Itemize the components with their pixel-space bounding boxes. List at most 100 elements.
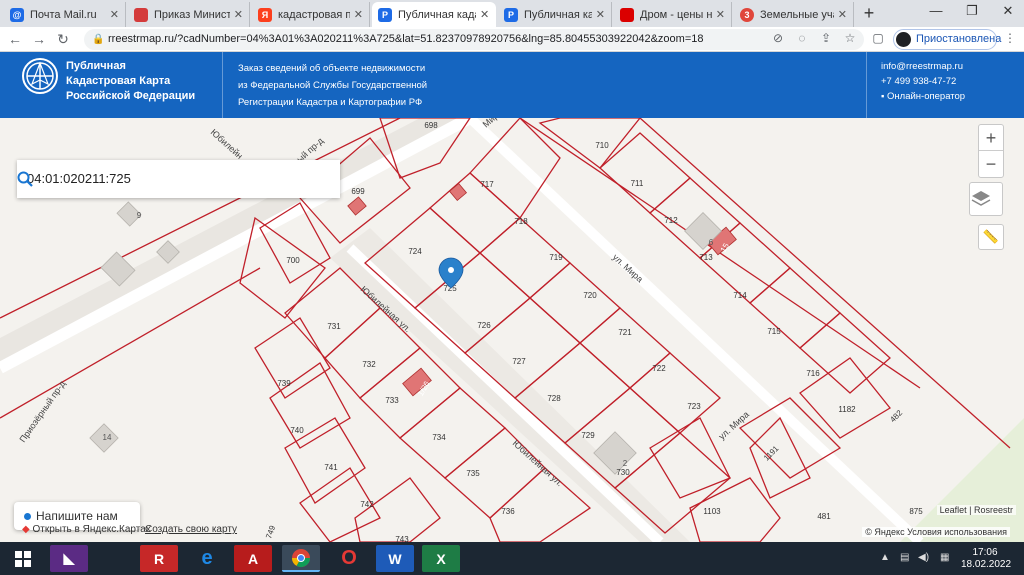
layers-button[interactable] bbox=[969, 182, 1003, 216]
parcel-label: 740 bbox=[290, 426, 304, 435]
ruler-button[interactable]: 📏 bbox=[978, 224, 1004, 250]
word-icon[interactable]: W bbox=[376, 545, 414, 572]
app-red-icon[interactable]: R bbox=[140, 545, 178, 572]
cadastral-search-input[interactable]: 04:01:020211:725 bbox=[17, 160, 340, 198]
parcel-label: 742 bbox=[360, 500, 374, 509]
windows-icon bbox=[15, 550, 31, 567]
parcel-label: 698 bbox=[424, 121, 438, 130]
parcel-label: 735 bbox=[466, 469, 480, 478]
parcel-label: 1182 bbox=[838, 405, 856, 414]
tab-yandex-search[interactable]: Я кадастровая публ ✕ bbox=[252, 2, 370, 27]
globe-logo-icon[interactable] bbox=[22, 58, 58, 94]
phone-link[interactable]: +7 499 938-47-72 bbox=[881, 74, 965, 89]
tray-arrow-icon[interactable]: ▲ bbox=[880, 552, 890, 563]
network-icon[interactable]: ▤ bbox=[900, 552, 909, 563]
open-in-yandex-link[interactable]: ◆ Открыть в Яндекс.Картах bbox=[22, 524, 151, 535]
parcel-label: 736 bbox=[501, 507, 515, 516]
tab-land[interactable]: 3 Земельные участ ✕ bbox=[734, 2, 854, 27]
parcel-label: 722 bbox=[652, 364, 666, 373]
parcel-label: 729 bbox=[581, 431, 595, 440]
minimize-button[interactable]: — bbox=[924, 3, 948, 18]
mail-icon: @ bbox=[10, 7, 24, 22]
os-taskbar: ◣ R e A O W X ▲ ▤ ◀) ▦ 17:06 18.02.2022 bbox=[0, 542, 1024, 575]
profile-button[interactable]: Приостановлена bbox=[893, 29, 1001, 50]
maximize-button[interactable]: ❐ bbox=[960, 3, 984, 19]
start-button[interactable] bbox=[4, 545, 42, 572]
zoom-in-button[interactable]: + bbox=[979, 125, 1003, 151]
parcel-label: 712 bbox=[664, 216, 678, 225]
parcel-label: 718 bbox=[514, 217, 528, 226]
parcel-label: 720 bbox=[583, 291, 597, 300]
parcel-label: 730 bbox=[616, 468, 630, 477]
parcel-label: 716 bbox=[806, 369, 820, 378]
url-field[interactable]: 🔒 rreestrmap.ru/?cadNumber=04%3A01%3A020… bbox=[84, 29, 864, 50]
tab-drom[interactable]: Дром - цены на ✕ bbox=[614, 2, 732, 27]
parcel-label: 723 bbox=[687, 402, 701, 411]
parcel-label: 715 bbox=[767, 327, 781, 336]
parcel-label: 699 bbox=[351, 187, 365, 196]
parcel-label: 481 bbox=[817, 512, 831, 521]
volume-icon[interactable]: ◀) bbox=[918, 552, 929, 563]
close-icon[interactable]: ✕ bbox=[354, 8, 363, 21]
internet-explorer-icon[interactable]: e bbox=[188, 545, 226, 572]
close-icon[interactable]: ✕ bbox=[596, 8, 605, 21]
search-icon[interactable] bbox=[17, 171, 33, 187]
close-icon[interactable]: ✕ bbox=[480, 8, 489, 21]
close-window-button[interactable]: ✕ bbox=[996, 3, 1020, 19]
layers-icon bbox=[971, 191, 991, 206]
tab-mail[interactable]: @ Почта Mail.ru ✕ bbox=[4, 2, 126, 27]
building-label: 9 bbox=[137, 211, 142, 220]
avatar bbox=[896, 32, 911, 47]
parcel-label: 1103 bbox=[703, 507, 721, 516]
email-link[interactable]: info@rreestrmap.ru bbox=[881, 59, 965, 74]
chrome-icon[interactable] bbox=[282, 545, 320, 572]
parcel-label: 734 bbox=[432, 433, 446, 442]
close-icon[interactable]: ✕ bbox=[110, 8, 119, 21]
building-label: 6 bbox=[709, 238, 714, 247]
eye-blocked-icon[interactable]: ◌ bbox=[794, 31, 810, 45]
back-icon[interactable]: ← bbox=[6, 31, 24, 47]
system-clock[interactable]: 17:06 18.02.2022 bbox=[961, 547, 1011, 571]
three-icon: 3 bbox=[740, 7, 754, 22]
create-map-link[interactable]: Создать свою карту bbox=[145, 524, 237, 535]
opera-icon[interactable]: O bbox=[330, 545, 368, 572]
parcel-label: 721 bbox=[618, 328, 632, 337]
site-title[interactable]: Публичная Кадастровая Карта Российской Ф… bbox=[66, 59, 216, 104]
sidebar-icon[interactable]: ▢ bbox=[870, 31, 886, 45]
share-icon[interactable]: ⇪ bbox=[818, 31, 834, 45]
yandex-icon: Я bbox=[258, 7, 272, 22]
yandex-pin-icon: ◆ bbox=[22, 524, 30, 535]
yandex-terms[interactable]: © Яндекс Условия использования bbox=[862, 527, 1010, 537]
excel-icon[interactable]: X bbox=[422, 545, 460, 572]
map-attribution[interactable]: Leaflet | Rosreestr bbox=[936, 505, 1016, 515]
pdf-reader-icon[interactable]: A bbox=[234, 545, 272, 572]
forward-icon[interactable]: → bbox=[30, 31, 48, 47]
address-toolbar: ← → ↻ 🔒 rreestrmap.ru/?cadNumber=04%3A01… bbox=[0, 27, 1024, 52]
parcel-label: 717 bbox=[480, 180, 494, 189]
close-icon[interactable]: ✕ bbox=[838, 8, 847, 21]
camera-blocked-icon[interactable]: ⊘ bbox=[770, 31, 786, 45]
tab-cadastral[interactable]: P Публичная кадас ✕ bbox=[498, 2, 612, 27]
close-icon[interactable]: ✕ bbox=[234, 8, 243, 21]
menu-icon[interactable]: ⋮ bbox=[1002, 31, 1018, 45]
parcel-label: 743 bbox=[395, 535, 409, 542]
zoom-out-button[interactable]: − bbox=[979, 151, 1003, 177]
tab-order[interactable]: Приказ Министер ✕ bbox=[128, 2, 250, 27]
reload-icon[interactable]: ↻ bbox=[54, 31, 72, 48]
visual-studio-icon[interactable]: ◣ bbox=[50, 545, 88, 572]
map-view[interactable]: 698 699 700 710 711 712 713 714 715 716 … bbox=[0, 118, 1024, 542]
star-icon[interactable]: ☆ bbox=[842, 31, 858, 45]
online-operator-link[interactable]: ▪ Онлайн-оператор bbox=[881, 89, 965, 104]
parcel-label: 731 bbox=[327, 322, 341, 331]
flag-icon bbox=[134, 7, 148, 22]
parcel-label: 711 bbox=[631, 179, 644, 188]
tab-cadastral-active[interactable]: P Публичная кадас ✕ bbox=[372, 2, 496, 27]
parcel-label: 741 bbox=[324, 463, 338, 472]
close-icon[interactable]: ✕ bbox=[716, 8, 725, 21]
parcel-label: 714 bbox=[733, 291, 747, 300]
language-icon[interactable]: ▦ bbox=[940, 552, 949, 563]
new-tab-button[interactable]: + bbox=[858, 4, 880, 24]
chat-dot-icon bbox=[24, 513, 31, 520]
contacts: info@rreestrmap.ru +7 499 938-47-72 ▪ Он… bbox=[881, 59, 965, 104]
building-label: 2 bbox=[623, 459, 628, 468]
